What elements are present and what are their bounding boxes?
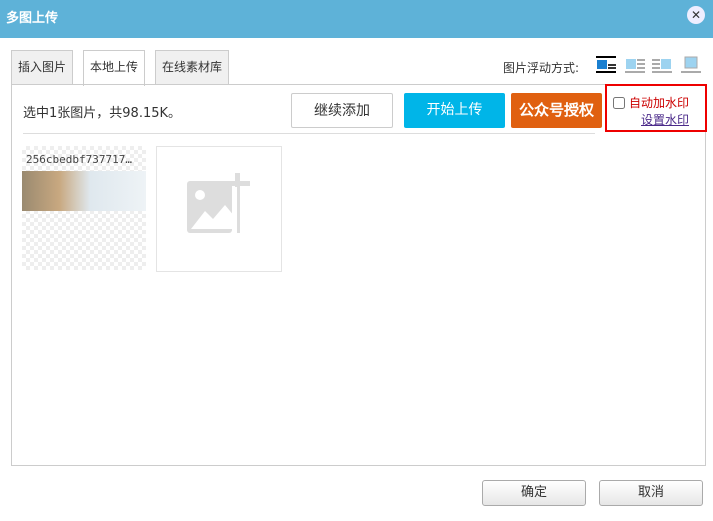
dialog-title-bar: 多图上传 ✕ xyxy=(0,0,713,38)
ok-button[interactable]: 确定 xyxy=(482,480,586,506)
float-right-icon[interactable] xyxy=(652,56,672,74)
divider xyxy=(23,133,595,134)
cancel-button[interactable]: 取消 xyxy=(599,480,703,506)
add-image-icon xyxy=(187,173,250,233)
selection-info: 选中1张图片，共98.15K。 xyxy=(23,106,182,121)
upload-panel xyxy=(11,84,706,466)
start-upload-button[interactable]: 开始上传 xyxy=(404,93,505,128)
watermark-settings-link[interactable]: 设置水印 xyxy=(641,111,689,128)
tab-local-upload[interactable]: 本地上传 xyxy=(83,50,146,86)
dialog-title: 多图上传 xyxy=(6,11,59,26)
float-mode-label: 图片浮动方式: xyxy=(503,61,580,75)
float-center-icon[interactable] xyxy=(681,56,701,74)
tab-insert-image[interactable]: 插入图片 xyxy=(11,50,74,85)
auto-watermark-label: 自动加水印 xyxy=(629,96,690,110)
add-image-button[interactable] xyxy=(156,146,282,272)
auto-watermark-checkbox[interactable] xyxy=(613,97,625,109)
auth-button[interactable]: 公众号授权 xyxy=(511,93,602,128)
close-icon[interactable]: ✕ xyxy=(687,6,705,24)
image-preview xyxy=(22,171,146,211)
uploaded-image-thumb[interactable]: 256cbedbf737717… xyxy=(22,146,146,270)
continue-add-button[interactable]: 继续添加 xyxy=(291,93,393,128)
watermark-box: 自动加水印 设置水印 xyxy=(605,84,707,132)
float-left-icon[interactable] xyxy=(625,56,645,74)
float-none-icon[interactable] xyxy=(596,56,616,74)
file-name: 256cbedbf737717… xyxy=(26,153,132,166)
tab-online-library[interactable]: 在线素材库 xyxy=(155,50,230,85)
